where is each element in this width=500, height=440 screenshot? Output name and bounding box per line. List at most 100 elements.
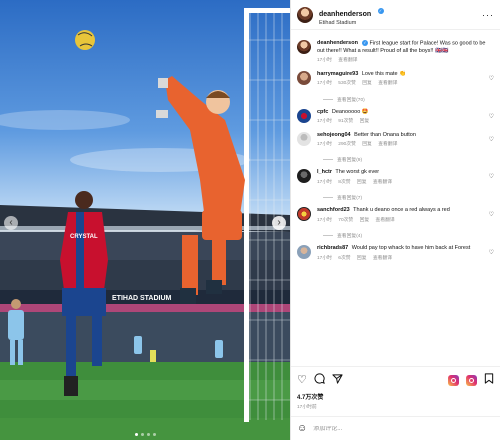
comments-list: deanhenderson ✓ First league start for Pa…: [291, 30, 500, 262]
post-actions: ♡ 4.7万次赞 17小时前: [291, 366, 500, 410]
comment-body: richbrads87 Would pay top whack to have …: [317, 245, 494, 262]
reply-link[interactable]: 回复: [360, 218, 370, 223]
comment-meta: 17小时 530次赞 回复 查看翻译: [317, 81, 482, 87]
translate-link[interactable]: 查看翻译: [376, 218, 395, 223]
comment-item: richbrads87 Would pay top whack to have …: [297, 245, 494, 262]
comment-body: l_hctr The worst gk ever 17小时 8次赞 回复 查看翻…: [317, 169, 494, 186]
comment-input[interactable]: [313, 425, 494, 432]
view-replies-link[interactable]: 查看回复(9): [323, 156, 494, 163]
comment-icon[interactable]: [314, 373, 325, 387]
caption-username[interactable]: deanhenderson: [317, 40, 358, 46]
author-avatar[interactable]: [297, 6, 313, 23]
comment-likes[interactable]: 290次赞: [338, 142, 356, 147]
comment-likes[interactable]: 530次赞: [338, 81, 356, 86]
comment-text: Love this mate 👏: [361, 70, 406, 77]
commenter-username[interactable]: l_hctr: [317, 169, 332, 175]
comment-item: sehojeong04 Better than Onana button 17小…: [297, 131, 494, 149]
stadium-board-text: ETIHAD STADIUM: [112, 295, 172, 302]
reply-link[interactable]: 回复: [357, 180, 367, 185]
comment-body: harrymaguire93 Love this mate 👏 17小时 530…: [317, 71, 494, 88]
instagram-logo-icon[interactable]: [448, 374, 459, 386]
comment-time: 17小时: [317, 217, 332, 223]
caption: deanhenderson ✓ First league start for Pa…: [297, 40, 494, 65]
verified-badge-icon: ✓: [361, 40, 368, 46]
comment-meta: 17小时 6次赞 回复 查看翻译: [317, 256, 482, 262]
commenter-username[interactable]: sanchford23: [317, 207, 350, 213]
commenter-avatar[interactable]: [297, 207, 311, 222]
translate-link[interactable]: 查看翻译: [378, 142, 397, 147]
comment-likes[interactable]: 70次赞: [338, 218, 353, 223]
comment-likes[interactable]: 91次赞: [338, 119, 353, 124]
commenter-avatar[interactable]: [297, 245, 311, 260]
like-count[interactable]: 4.7万次赞: [297, 392, 494, 401]
commenter-username[interactable]: cpfc: [317, 109, 328, 115]
add-comment-bar: ☺: [291, 416, 500, 440]
comment-time: 17小时: [317, 141, 332, 147]
reply-link[interactable]: 回复: [362, 81, 372, 86]
post-header: deanhenderson ✓ Etihad Stadium ···: [291, 0, 500, 30]
comment-likes[interactable]: 6次赞: [338, 256, 350, 261]
caption-body: deanhenderson ✓ First league start for Pa…: [317, 40, 494, 65]
comment-text: Deanooooo 🤩: [331, 108, 369, 115]
author-avatar[interactable]: [297, 40, 311, 54]
verified-badge-icon: ✓: [377, 8, 384, 15]
comment-like-heart-icon[interactable]: ♡: [489, 211, 494, 218]
translate-link[interactable]: 查看翻译: [378, 81, 397, 86]
slide-dot: [152, 433, 156, 436]
previous-slide-icon[interactable]: ‹: [4, 216, 18, 230]
more-options-icon[interactable]: ···: [482, 10, 494, 20]
comment-time: 17小时: [317, 81, 332, 87]
photo-illustration: ETIHAD STADIUM CRYSTAL: [0, 8, 290, 440]
commenter-avatar[interactable]: [297, 169, 311, 184]
comment-body: sanchford23 Thank u deano once a red alw…: [317, 207, 494, 224]
commenter-avatar[interactable]: [297, 108, 311, 123]
post-location[interactable]: Etihad Stadium: [319, 20, 384, 26]
comment-like-heart-icon[interactable]: ♡: [489, 75, 494, 82]
translate-link[interactable]: 查看翻译: [373, 180, 392, 185]
comment-body: cpfc Deanooooo 🤩 17小时 91次赞 回复: [317, 109, 494, 126]
comment-text: The worst gk ever: [335, 169, 380, 176]
reply-link[interactable]: 回复: [362, 142, 372, 147]
commenter-avatar[interactable]: [297, 131, 311, 146]
comment-time: 17小时: [317, 119, 332, 125]
slide-dot: [140, 433, 144, 436]
comment-time: 17小时: [317, 255, 332, 261]
post-viewer: ETIHAD STADIUM CRYSTAL ‹ › deanhenderson…: [0, 0, 500, 440]
translate-link[interactable]: 查看翻译: [338, 58, 357, 63]
commenter-username[interactable]: harrymaguire93: [317, 71, 358, 77]
comment-like-heart-icon[interactable]: ♡: [489, 136, 494, 143]
post-photo[interactable]: ETIHAD STADIUM CRYSTAL ‹ ›: [0, 0, 290, 440]
author-info: deanhenderson ✓ Etihad Stadium: [319, 3, 384, 27]
view-replies-link[interactable]: 查看回复(70): [323, 96, 494, 103]
post-sidebar: deanhenderson ✓ Etihad Stadium ··· deanh…: [290, 0, 500, 440]
comment-meta: 17小时 91次赞 回复: [317, 119, 482, 125]
post-time[interactable]: 17小时前: [297, 403, 494, 410]
comment-item: harrymaguire93 Love this mate 👏 17小时 530…: [297, 70, 494, 88]
bookmark-icon[interactable]: [484, 373, 494, 387]
comment-item: sanchford23 Thank u deano once a red alw…: [297, 207, 494, 224]
emoji-icon[interactable]: ☺: [297, 423, 307, 434]
reply-link[interactable]: 回复: [360, 119, 370, 124]
comment-like-heart-icon[interactable]: ♡: [489, 113, 494, 120]
commenter-username[interactable]: richbrads87: [317, 245, 348, 251]
comment-text: Thank u deano once a red always a red: [353, 207, 450, 214]
comment-meta: 17小时 290次赞 回复 查看翻译: [317, 142, 482, 148]
author-username[interactable]: deanhenderson: [319, 11, 371, 18]
next-slide-icon[interactable]: ›: [272, 216, 286, 230]
caption-meta: 17小时 查看翻译: [317, 58, 494, 64]
translate-link[interactable]: 查看翻译: [373, 256, 392, 261]
comment-like-heart-icon[interactable]: ♡: [489, 173, 494, 180]
commenter-username[interactable]: sehojeong04: [317, 132, 351, 138]
comment-item: cpfc Deanooooo 🤩 17小时 91次赞 回复 ♡: [297, 108, 494, 126]
comment-like-heart-icon[interactable]: ♡: [489, 249, 494, 256]
caption-time[interactable]: 17小时: [317, 58, 332, 63]
share-icon[interactable]: [332, 373, 343, 387]
comment-likes[interactable]: 8次赞: [338, 180, 350, 185]
instagram-logo-icon[interactable]: [466, 374, 477, 386]
commenter-avatar[interactable]: [297, 70, 311, 85]
view-replies-link[interactable]: 查看回复(4): [323, 232, 494, 239]
view-replies-link[interactable]: 查看回复(7): [323, 194, 494, 201]
comment-text: Better than Onana button: [354, 131, 416, 138]
heart-icon[interactable]: ♡: [297, 374, 307, 386]
reply-link[interactable]: 回复: [357, 256, 367, 261]
